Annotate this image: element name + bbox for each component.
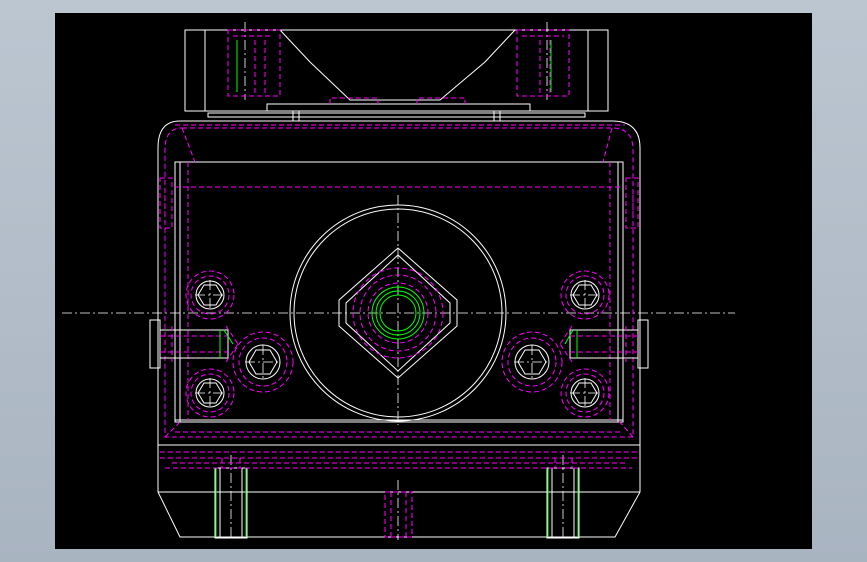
top-clamp-block bbox=[184, 29, 609, 122]
top-screw-threads bbox=[236, 40, 552, 92]
base-screw-threads bbox=[215, 468, 579, 537]
side-screw-left bbox=[149, 319, 239, 369]
body-hidden bbox=[159, 127, 639, 438]
side-screw-right bbox=[559, 319, 649, 369]
bolt-holes bbox=[185, 270, 610, 418]
base-hidden bbox=[160, 451, 638, 538]
cad-viewport[interactable] bbox=[55, 13, 812, 549]
base-block bbox=[157, 445, 641, 539]
cad-drawing bbox=[62, 22, 735, 540]
viewer-frame bbox=[0, 0, 867, 562]
